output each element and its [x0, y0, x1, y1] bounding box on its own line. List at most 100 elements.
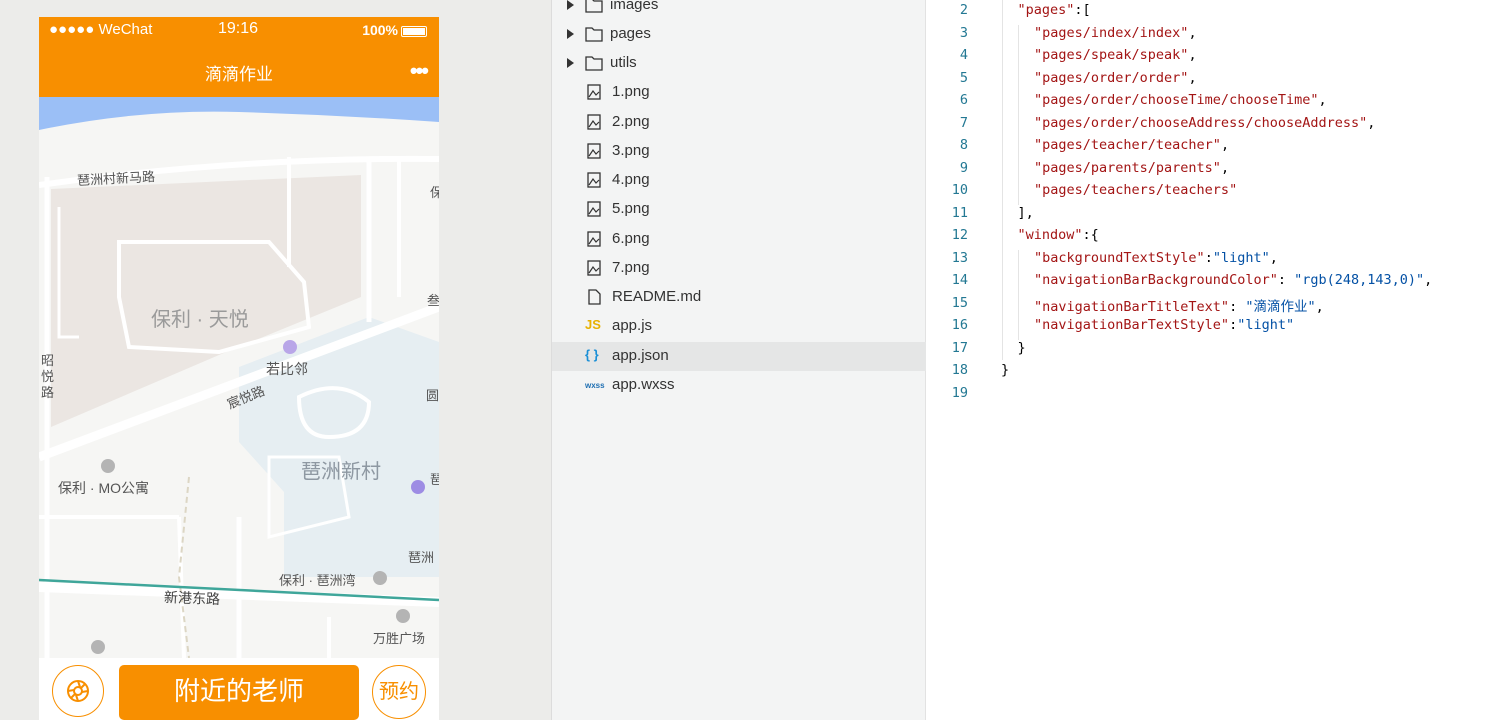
image-file-icon	[587, 172, 601, 188]
code-line[interactable]: 17}	[927, 340, 1501, 362]
image-file-icon	[587, 260, 601, 276]
code-line[interactable]: 12 "window":{	[927, 227, 1501, 249]
phone-screen: ●●●●● WeChat 19:16 100% 滴滴作业 ••• 琶洲村新马路 …	[39, 17, 439, 720]
code-line[interactable]: 4 "pages/speak/speak",	[927, 47, 1501, 69]
page-title: 滴滴作业	[205, 65, 273, 84]
file-tree-item[interactable]: { } app.json	[552, 342, 926, 371]
code-line[interactable]: 6 "pages/order/chooseTime/chooseTime",	[927, 92, 1501, 114]
file-tree-item[interactable]: wxss app.wxss	[552, 371, 926, 400]
line-number: 6	[959, 92, 968, 108]
map-label-area: 琶洲新村	[301, 461, 381, 483]
line-number: 10	[951, 182, 968, 198]
code-text: "pages/teachers/teachers"	[1034, 182, 1238, 198]
poi-pin-pazhouwan	[373, 571, 387, 585]
file-tree-label: 6.png	[612, 230, 650, 247]
code-line[interactable]: 11],	[927, 205, 1501, 227]
file-tree-item[interactable]: 6.png	[552, 225, 926, 254]
code-line[interactable]: 19	[927, 385, 1501, 407]
line-number: 5	[959, 69, 968, 86]
book-button[interactable]: 预约	[372, 665, 426, 719]
file-tree-item[interactable]: JS app.js	[552, 312, 926, 341]
bottom-action-bar: 附近的老师 预约	[39, 658, 439, 720]
file-tree-label: README.md	[612, 288, 702, 305]
file-tree-item[interactable]: pages	[552, 20, 926, 49]
battery-status: 100%	[362, 22, 427, 38]
nearby-teachers-button[interactable]: 附近的老师	[119, 665, 359, 720]
map-label-poi: 保利 · MO公寓	[58, 480, 149, 496]
file-explorer: images pages utils 1.png 2.png 3.png 4.png 5.pn…	[551, 0, 926, 720]
line-number: 13	[951, 249, 968, 266]
file-tree-label: app.json	[612, 347, 669, 364]
more-menu-button[interactable]: •••	[410, 58, 429, 84]
code-line[interactable]: 14 "navigationBarBackgroundColor": "rgb(2…	[927, 272, 1501, 294]
chevron-right-icon[interactable]	[567, 29, 574, 39]
file-tree-item[interactable]: utils	[552, 49, 926, 78]
line-number: 7	[959, 114, 968, 131]
code-line[interactable]: 5 "pages/order/order",	[927, 70, 1501, 92]
map-label-area: 保利 · 天悦	[151, 309, 249, 331]
code-line[interactable]: 15 "navigationBarTitleText": "滴滴作业",	[927, 295, 1501, 317]
image-file-icon	[587, 114, 601, 130]
locate-button[interactable]	[52, 665, 104, 717]
file-tree-label: utils	[610, 54, 637, 71]
code-line[interactable]: 18}	[927, 362, 1501, 384]
code-line[interactable]: 16 "navigationBarTextStyle":"light"	[927, 317, 1501, 339]
code-text: "pages/speak/speak",	[1034, 47, 1197, 63]
camera-aperture-icon	[67, 680, 89, 702]
code-line[interactable]: 13 "backgroundTextStyle":"light",	[927, 250, 1501, 272]
code-line[interactable]: 2 "pages":[	[927, 2, 1501, 24]
line-number: 9	[959, 159, 968, 176]
map-view[interactable]: 琶洲村新马路 保利 · 天悦 若比邻 宸悦路 昭 悦 路 琶洲新村 保利 · M…	[39, 97, 439, 658]
indent-guide	[1018, 250, 1019, 340]
file-tree-label: pages	[610, 25, 651, 42]
code-line[interactable]: 10 "pages/teachers/teachers"	[927, 182, 1501, 204]
code-line[interactable]: 8 "pages/teacher/teacher",	[927, 137, 1501, 159]
poi-pin-ruobilin	[283, 340, 297, 354]
code-text: "pages/order/order",	[1034, 69, 1197, 86]
image-file-icon	[587, 201, 601, 217]
chevron-right-icon[interactable]	[567, 58, 574, 68]
poi-pin-wansheng	[396, 609, 410, 623]
file-tree-item[interactable]: 7.png	[552, 254, 926, 283]
code-text: }	[1001, 362, 1010, 378]
image-file-icon	[587, 143, 601, 159]
map-label-edge: 圆	[426, 388, 439, 403]
code-line[interactable]: 9 "pages/parents/parents",	[927, 160, 1501, 182]
line-number: 19	[951, 384, 968, 401]
file-tree-item[interactable]: README.md	[552, 283, 926, 312]
code-text: "window":{	[1017, 227, 1099, 243]
code-line[interactable]: 3 "pages/index/index",	[927, 25, 1501, 47]
indent-guide	[1001, 0, 1003, 360]
code-text: }	[1017, 339, 1026, 356]
image-file-icon	[587, 231, 601, 247]
chevron-right-icon[interactable]	[567, 0, 574, 10]
line-number: 14	[951, 272, 968, 288]
image-file-icon	[587, 84, 601, 100]
folder-icon	[585, 56, 603, 71]
file-tree-item[interactable]: 2.png	[552, 108, 926, 137]
poi-pin-mo	[101, 459, 115, 473]
code-text: "pages/index/index",	[1034, 24, 1197, 41]
code-text: "pages/parents/parents",	[1034, 159, 1230, 176]
file-tree-label: 3.png	[612, 142, 650, 159]
file-tree-item[interactable]: 5.png	[552, 195, 926, 224]
code-editor[interactable]: 2 "pages":[3 "pages/index/index", 4 "pages/s…	[927, 0, 1501, 720]
js-file-icon: JS	[585, 317, 601, 332]
file-tree-item[interactable]: 4.png	[552, 166, 926, 195]
status-bar: ●●●●● WeChat 19:16 100%	[39, 17, 439, 44]
line-number: 4	[959, 47, 968, 63]
line-number: 12	[951, 227, 968, 243]
file-tree-label: app.wxss	[612, 376, 675, 393]
carrier-label: ●●●●● WeChat	[49, 21, 153, 38]
map-label-edge: 琶洲	[408, 550, 435, 565]
line-number: 3	[959, 24, 968, 41]
map-label-road: 琶洲村新马路	[76, 168, 156, 189]
file-tree-item[interactable]: 3.png	[552, 137, 926, 166]
code-line[interactable]: 7 "pages/order/chooseAddress/chooseAddres…	[927, 115, 1501, 137]
indent-guide	[1018, 25, 1019, 205]
file-tree-item[interactable]: images	[552, 0, 926, 20]
file-tree-item[interactable]: 1.png	[552, 78, 926, 107]
code-text: ],	[1017, 204, 1034, 221]
file-tree-label: app.js	[612, 317, 653, 334]
file-tree-label: 2.png	[612, 113, 650, 130]
